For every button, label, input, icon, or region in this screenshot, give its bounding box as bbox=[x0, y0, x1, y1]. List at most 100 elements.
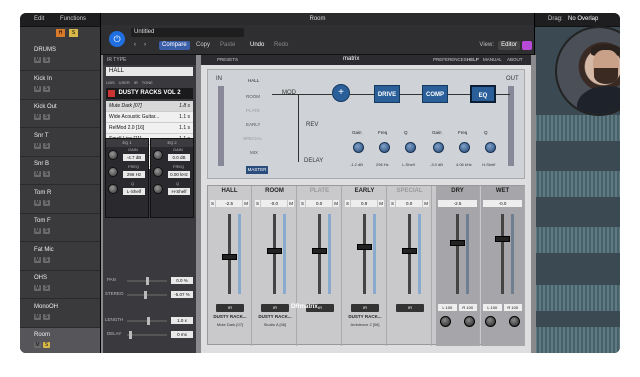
eq1-gain-value[interactable]: -4.7 dB bbox=[123, 154, 145, 161]
channel-ir-button[interactable]: IR bbox=[216, 304, 244, 312]
audio-region[interactable] bbox=[535, 227, 620, 253]
audio-region[interactable] bbox=[535, 327, 620, 353]
track-header[interactable]: Tom R MS bbox=[20, 186, 100, 214]
edit-menu[interactable]: Edit bbox=[34, 16, 44, 22]
eq1-q-value[interactable]: L-Shelf bbox=[123, 188, 145, 195]
channel-mute-button[interactable]: M bbox=[288, 200, 294, 207]
next-preset-icon[interactable]: › bbox=[141, 41, 149, 50]
pan-left-value[interactable]: L 100 bbox=[438, 304, 457, 311]
eq1-q-knob[interactable] bbox=[108, 184, 118, 194]
comp-module[interactable]: COMP bbox=[422, 85, 448, 103]
pan-right-knob[interactable] bbox=[509, 316, 520, 327]
solo-all-button[interactable]: S bbox=[69, 29, 78, 37]
eq2-gain-knob[interactable] bbox=[153, 150, 163, 160]
pan-value[interactable]: 0.0 % bbox=[171, 277, 193, 284]
solo-button[interactable]: S bbox=[43, 313, 50, 320]
channel-gain-value[interactable]: -2.5 bbox=[216, 200, 243, 207]
channel-fader[interactable] bbox=[267, 248, 282, 254]
eq-band-knob[interactable] bbox=[379, 142, 390, 153]
solo-button[interactable]: S bbox=[43, 256, 50, 263]
pan-right-value[interactable]: R 100 bbox=[458, 304, 477, 311]
audio-region[interactable] bbox=[535, 115, 620, 141]
pan-left-knob[interactable] bbox=[485, 316, 496, 327]
eq2-q-value[interactable]: H-Shelf bbox=[168, 188, 190, 195]
tab-libs[interactable]: LIBS bbox=[106, 80, 115, 85]
track-header[interactable]: Fat Mic M S bbox=[20, 243, 100, 271]
eq-band-knob[interactable] bbox=[433, 142, 444, 153]
eq2-freq-knob[interactable] bbox=[153, 167, 163, 177]
mute-button[interactable]: M bbox=[34, 285, 41, 291]
mute-button[interactable]: M bbox=[34, 256, 41, 263]
channel-mute-button[interactable]: M bbox=[243, 200, 249, 207]
eq2-gain-value[interactable]: 0.0 dB bbox=[168, 154, 190, 161]
stereo-value[interactable]: -5.07 % bbox=[171, 291, 193, 298]
mute-button[interactable]: M bbox=[34, 171, 41, 177]
pan-left-value[interactable]: L 100 bbox=[483, 304, 502, 311]
delay-value[interactable]: 0 ms bbox=[171, 331, 193, 338]
solo-button[interactable]: S bbox=[43, 142, 50, 149]
channel-mute-button[interactable]: M bbox=[378, 200, 384, 207]
eq1-freq-knob[interactable] bbox=[108, 167, 118, 177]
solo-button[interactable]: S bbox=[43, 228, 50, 234]
eq2-q-knob[interactable] bbox=[153, 184, 163, 194]
help-link[interactable]: HELP bbox=[467, 57, 479, 62]
channel-fader[interactable] bbox=[357, 244, 372, 250]
solo-button[interactable]: S bbox=[43, 285, 50, 291]
channel-ir-button[interactable]: IR bbox=[261, 304, 289, 312]
hide-button[interactable]: H bbox=[56, 29, 65, 37]
tab-ir[interactable]: IR bbox=[134, 80, 138, 85]
channel-fader[interactable] bbox=[402, 248, 417, 254]
mute-button[interactable]: M bbox=[34, 313, 41, 320]
track-header[interactable]: Snr B MS bbox=[20, 157, 100, 185]
stereo-slider[interactable] bbox=[127, 291, 167, 299]
channel-solo-button[interactable]: S bbox=[390, 200, 396, 207]
eq1-gain-knob[interactable] bbox=[108, 150, 118, 160]
rev-label[interactable]: REV bbox=[306, 122, 318, 128]
ir-option-mix[interactable]: MIX bbox=[250, 150, 258, 155]
compare-button[interactable]: Compare bbox=[159, 41, 190, 50]
channel-gain-value[interactable]: -0.0 bbox=[261, 200, 288, 207]
pan-right-knob[interactable] bbox=[464, 316, 475, 327]
channel-solo-button[interactable]: S bbox=[345, 200, 351, 207]
track-header[interactable]: Kick Out M S bbox=[20, 100, 100, 128]
audio-region[interactable] bbox=[535, 171, 620, 197]
ir-option-room[interactable]: ROOM bbox=[246, 94, 260, 99]
eq-module[interactable]: EQ bbox=[470, 85, 496, 103]
channel-fader[interactable] bbox=[450, 240, 465, 246]
pan-left-knob[interactable] bbox=[440, 316, 451, 327]
about-link[interactable]: ABOUT bbox=[507, 57, 523, 62]
channel-mute-button[interactable]: M bbox=[333, 200, 339, 207]
channel-fader[interactable] bbox=[312, 248, 327, 254]
mute-button[interactable]: M bbox=[34, 342, 41, 348]
channel-mute-button[interactable]: M bbox=[423, 200, 429, 207]
channel-ir-button[interactable]: IR bbox=[351, 304, 379, 312]
view-select[interactable]: Editor bbox=[498, 41, 520, 50]
solo-button[interactable]: S bbox=[43, 114, 50, 120]
preset-list-item[interactable]: RelMod 2.0 [16] 1.1 s bbox=[106, 123, 193, 134]
undo-button[interactable]: Undo bbox=[247, 41, 267, 50]
ir-option-plate[interactable]: PLATE bbox=[246, 108, 260, 113]
mute-button[interactable]: M bbox=[34, 57, 41, 63]
channel-gain-value[interactable]: -0.0 bbox=[483, 200, 522, 207]
length-value[interactable]: 1.0 x bbox=[171, 317, 193, 324]
channel-ir-button[interactable]: IR bbox=[396, 304, 424, 312]
functions-menu[interactable]: Functions bbox=[60, 16, 86, 22]
mute-button[interactable]: M bbox=[34, 228, 41, 234]
mod-label[interactable]: MOD bbox=[282, 90, 296, 96]
channel-gain-value[interactable]: 0.0 bbox=[306, 200, 333, 207]
paste-button[interactable]: Paste bbox=[217, 41, 238, 50]
solo-button[interactable]: S bbox=[43, 342, 50, 348]
mute-button[interactable]: M bbox=[34, 114, 41, 120]
eq-band-knob[interactable] bbox=[353, 142, 364, 153]
track-header[interactable]: OHS M S bbox=[20, 271, 100, 299]
track-header[interactable]: Room M S bbox=[20, 328, 100, 353]
channel-gain-value[interactable]: 0.9 bbox=[351, 200, 378, 207]
pan-slider[interactable] bbox=[127, 277, 167, 285]
eq-band-knob[interactable] bbox=[405, 142, 416, 153]
channel-solo-button[interactable]: S bbox=[300, 200, 306, 207]
track-header[interactable]: MonoOH M S bbox=[20, 300, 100, 328]
tab-tone[interactable]: TONE bbox=[142, 80, 153, 85]
manual-link[interactable]: MANUAL bbox=[483, 57, 502, 62]
preferences-link[interactable]: PREFERENCES bbox=[433, 57, 467, 62]
eq-band-knob[interactable] bbox=[459, 142, 470, 153]
